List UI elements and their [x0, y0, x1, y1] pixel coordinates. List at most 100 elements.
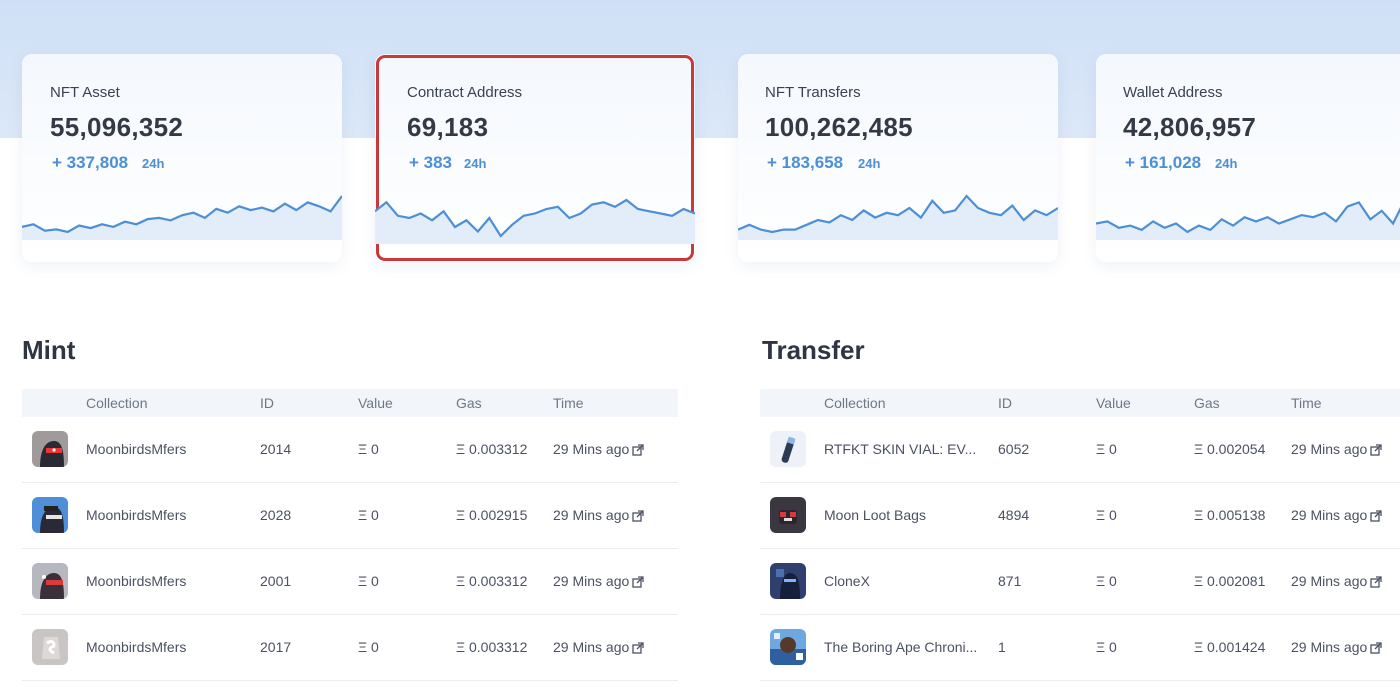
sparkline-chart [1096, 201, 1400, 240]
stat-period: 24h [1215, 156, 1238, 171]
value-cell: Ξ 0 [358, 639, 379, 655]
column-header-collection[interactable]: Collection [86, 395, 147, 411]
sparkline-chart [738, 194, 1058, 240]
transfer-table: Collection ID Value Gas Time RTFKT SKIN … [760, 389, 1400, 681]
token-id: 6052 [998, 441, 1030, 457]
external-link-icon[interactable] [632, 444, 644, 456]
external-link-icon[interactable] [1370, 510, 1382, 522]
table-row[interactable]: MoonbirdsMfers 2028 Ξ 0 Ξ 0.002915 29 Mins a… [22, 483, 678, 549]
value-cell: Ξ 0 [1096, 441, 1117, 457]
sparkline-chart [375, 198, 695, 244]
table-row[interactable]: MoonbirdsMfers 2017 Ξ 0 Ξ 0.003312 29 Mins a… [22, 615, 678, 681]
collection-name[interactable]: CloneX [824, 573, 870, 589]
stat-label: Contract Address [407, 84, 523, 101]
table-row[interactable]: The Boring Ape Chroni... 1 Ξ 0 Ξ 0.001424 29… [760, 615, 1400, 681]
external-link-icon[interactable] [1370, 642, 1382, 654]
time-text: 29 Mins ago [553, 573, 630, 589]
gas-cell: Ξ 0.003312 [456, 573, 528, 589]
collection-thumbnail[interactable] [770, 431, 806, 467]
collection-thumbnail[interactable] [770, 497, 806, 533]
column-header-time[interactable]: Time [553, 395, 584, 411]
stat-label: Wallet Address [1123, 84, 1223, 101]
stat-value: 69,183 [407, 112, 489, 142]
gas-cell: Ξ 0.005138 [1194, 507, 1266, 523]
stat-value: 100,262,485 [765, 112, 913, 142]
value-cell: Ξ 0 [358, 441, 379, 457]
collection-name[interactable]: The Boring Ape Chroni... [824, 639, 977, 655]
stat-period: 24h [858, 156, 881, 171]
stat-card-wallet-address[interactable]: Wallet Address 42,806,957 + 161,028 24h [1096, 54, 1400, 262]
column-header-value[interactable]: Value [358, 395, 393, 411]
value-cell: Ξ 0 [1096, 507, 1117, 523]
external-link-icon[interactable] [1370, 444, 1382, 456]
column-header-id[interactable]: ID [998, 395, 1012, 411]
collection-name[interactable]: Moon Loot Bags [824, 507, 926, 523]
column-header-gas[interactable]: Gas [1194, 395, 1220, 411]
stat-period: 24h [142, 156, 165, 171]
table-row[interactable]: RTFKT SKIN VIAL: EV... 6052 Ξ 0 Ξ 0.002054 2… [760, 417, 1400, 483]
table-row[interactable]: CloneX 871 Ξ 0 Ξ 0.002081 29 Mins ago [760, 549, 1400, 615]
column-header-time[interactable]: Time [1291, 395, 1322, 411]
collection-thumbnail[interactable] [32, 563, 68, 599]
stat-value: 42,806,957 [1123, 112, 1257, 142]
stat-card-nft-transfers[interactable]: NFT Transfers 100,262,485 + 183,658 24h [738, 54, 1058, 262]
column-header-collection[interactable]: Collection [824, 395, 885, 411]
collection-name[interactable]: MoonbirdsMfers [86, 639, 186, 655]
gas-cell: Ξ 0.001424 [1194, 639, 1266, 655]
time-cell[interactable]: 29 Mins ago [1291, 639, 1382, 655]
value-cell: Ξ 0 [1096, 573, 1117, 589]
token-id: 2028 [260, 507, 292, 523]
stat-label: NFT Transfers [765, 84, 861, 101]
external-link-icon[interactable] [632, 510, 644, 522]
time-cell[interactable]: 29 Mins ago [1291, 573, 1382, 589]
time-cell[interactable]: 29 Mins ago [1291, 441, 1382, 457]
value-cell: Ξ 0 [358, 507, 379, 523]
time-cell[interactable]: 29 Mins ago [553, 639, 644, 655]
value-cell: Ξ 0 [1096, 639, 1117, 655]
stat-value: 55,096,352 [50, 112, 184, 142]
gas-cell: Ξ 0.002054 [1194, 441, 1266, 457]
time-cell[interactable]: 29 Mins ago [1291, 507, 1382, 523]
gas-cell: Ξ 0.002915 [456, 507, 528, 523]
collection-thumbnail[interactable] [32, 431, 68, 467]
table-header: Collection ID Value Gas Time [22, 389, 678, 417]
external-link-icon[interactable] [632, 642, 644, 654]
collection-thumbnail[interactable] [32, 497, 68, 533]
token-id: 2017 [260, 639, 292, 655]
stat-card-nft-asset[interactable]: NFT Asset 55,096,352 + 337,808 24h [22, 54, 342, 262]
external-link-icon[interactable] [632, 576, 644, 588]
column-header-value[interactable]: Value [1096, 395, 1131, 411]
external-link-icon[interactable] [1370, 576, 1382, 588]
collection-thumbnail[interactable] [770, 629, 806, 665]
collection-name[interactable]: MoonbirdsMfers [86, 507, 186, 523]
time-text: 29 Mins ago [1291, 639, 1368, 655]
table-row[interactable]: MoonbirdsMfers 2014 Ξ 0 Ξ 0.003312 29 Mins a… [22, 417, 678, 483]
section-title-transfer: Transfer [762, 335, 865, 365]
stat-card-contract-address[interactable]: Contract Address 69,183 + 383 24h [375, 54, 695, 262]
stat-label: NFT Asset [50, 84, 120, 101]
time-cell[interactable]: 29 Mins ago [553, 441, 644, 457]
stat-delta: + 337,808 [52, 153, 129, 172]
stat-delta: + 383 [409, 153, 453, 172]
token-id: 2001 [260, 573, 292, 589]
collection-thumbnail[interactable] [32, 629, 68, 665]
table-row[interactable]: Moon Loot Bags 4894 Ξ 0 Ξ 0.005138 29 Mins a… [760, 483, 1400, 549]
sparkline-area [22, 196, 342, 240]
time-text: 29 Mins ago [553, 639, 630, 655]
time-cell[interactable]: 29 Mins ago [553, 507, 644, 523]
sparkline-chart [22, 195, 342, 240]
column-header-id[interactable]: ID [260, 395, 274, 411]
token-id: 871 [998, 573, 1022, 589]
stat-delta: + 183,658 [767, 153, 844, 172]
collection-thumbnail[interactable] [770, 563, 806, 599]
column-header-gas[interactable]: Gas [456, 395, 482, 411]
collection-name[interactable]: MoonbirdsMfers [86, 441, 186, 457]
time-cell[interactable]: 29 Mins ago [553, 573, 644, 589]
collection-name[interactable]: RTFKT SKIN VIAL: EV... [824, 441, 976, 457]
stat-period: 24h [464, 156, 487, 171]
time-text: 29 Mins ago [1291, 441, 1368, 457]
table-row[interactable]: MoonbirdsMfers 2001 Ξ 0 Ξ 0.003312 29 Mins a… [22, 549, 678, 615]
collection-name[interactable]: MoonbirdsMfers [86, 573, 186, 589]
section-title-mint: Mint [22, 335, 76, 365]
mint-table: Collection ID Value Gas Time MoonbirdsMf… [22, 389, 678, 681]
